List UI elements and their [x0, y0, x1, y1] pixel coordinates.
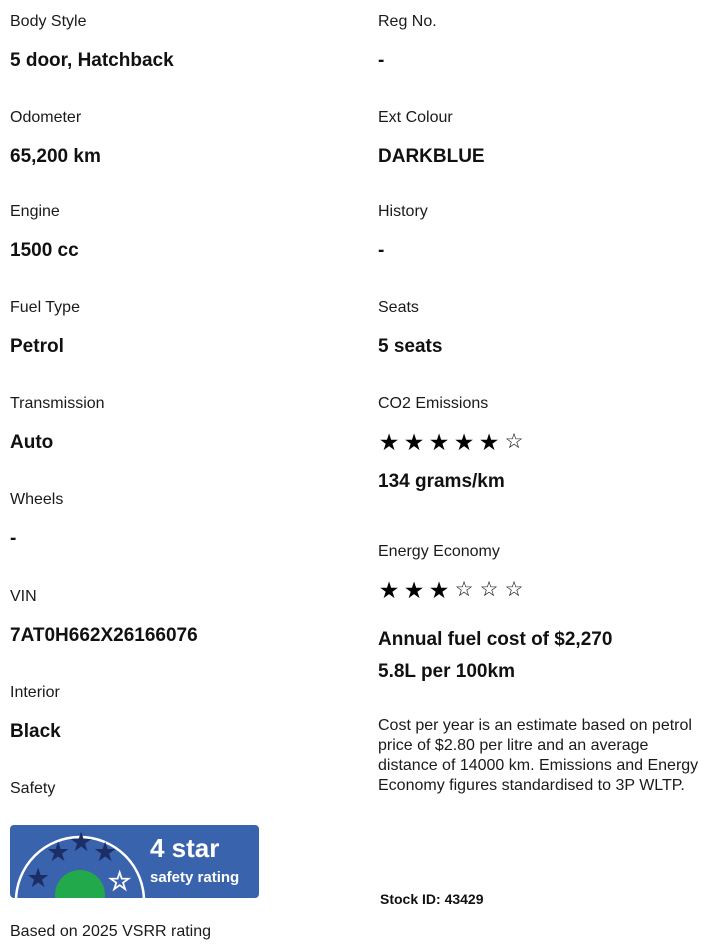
spec-label: Ext Colour [378, 109, 453, 126]
star-empty-icon: ☆ [504, 578, 524, 601]
spec-reg-no: Reg No. - [378, 12, 437, 73]
spec-value: 1500 cc [10, 240, 79, 261]
spec-fuel-type: Fuel Type Petrol [10, 298, 80, 359]
spec-label: Fuel Type [10, 299, 80, 316]
star-filled-icon: ★ [403, 577, 425, 603]
star-empty-icon: ☆ [504, 430, 524, 453]
spec-transmission: Transmission Auto [10, 394, 105, 455]
spec-label: History [378, 203, 428, 220]
badge-title: 4 star [150, 833, 220, 863]
spec-seats: Seats 5 seats [378, 298, 442, 359]
spec-value: Auto [10, 432, 54, 453]
spec-label: VIN [10, 588, 37, 605]
spec-value: - [10, 528, 17, 549]
safety-star-4: ★ [93, 837, 117, 868]
spec-label: Body Style [10, 13, 87, 30]
safety-star-3: ★ [69, 827, 93, 858]
spec-value: 5 seats [378, 336, 443, 357]
energy-star-rating: ★ ★ ★ ☆ ☆ ☆ [378, 578, 525, 602]
star-filled-icon: ★ [428, 429, 450, 455]
safety-footnote: Based on 2025 VSRR rating [10, 923, 212, 940]
spec-label: Transmission [10, 395, 105, 412]
spec-vin: VIN 7AT0H662X26166076 [10, 587, 198, 648]
spec-body-style: Body Style 5 door, Hatchback [10, 12, 174, 73]
star-empty-icon: ☆ [454, 578, 474, 601]
star-filled-icon: ★ [378, 429, 400, 455]
star-filled-icon: ★ [378, 577, 400, 603]
spec-value: 65,200 km [10, 146, 101, 167]
safety-label: Safety [10, 780, 56, 797]
fuel-consumption: 5.8L per 100km [378, 661, 515, 682]
safety-star-2: ★ [46, 837, 70, 868]
spec-label: Interior [10, 684, 60, 701]
spec-odometer: Odometer 65,200 km [10, 108, 101, 169]
star-filled-icon: ★ [453, 429, 475, 455]
co2-label: CO2 Emissions [378, 395, 489, 412]
spec-history: History - [378, 202, 428, 263]
spec-value: DARKBLUE [378, 146, 485, 167]
annual-fuel-cost: Annual fuel cost of $2,270 [378, 629, 613, 650]
spec-label: Reg No. [378, 13, 437, 30]
spec-value: 7AT0H662X26166076 [10, 625, 198, 646]
spec-interior: Interior Black [10, 683, 61, 744]
spec-value: - [378, 50, 385, 71]
energy-label: Energy Economy [378, 543, 500, 560]
spec-label: Engine [10, 203, 60, 220]
spec-value: Black [10, 721, 61, 742]
badge-subtitle: safety rating [150, 869, 240, 886]
safety-stars-icon: ★ ★ ★ ★ ☆ [14, 827, 146, 898]
spec-value: Petrol [10, 336, 64, 357]
co2-star-rating: ★ ★ ★ ★ ★ ☆ [378, 430, 525, 454]
safety-star-empty: ☆ [108, 867, 131, 897]
star-filled-icon: ★ [478, 429, 500, 455]
co2-emissions-section: CO2 Emissions ★ ★ ★ ★ ★ ☆ 134 grams/km [378, 394, 525, 494]
co2-value: 134 grams/km [378, 471, 505, 492]
star-filled-icon: ★ [403, 429, 425, 455]
star-filled-icon: ★ [428, 577, 450, 603]
star-empty-icon: ☆ [479, 578, 499, 601]
spec-value: - [378, 240, 385, 261]
spec-value: 5 door, Hatchback [10, 50, 174, 71]
spec-label: Odometer [10, 109, 82, 126]
safety-rating-badge: ★ ★ ★ ★ ☆ 4 star safety rating [10, 825, 259, 898]
energy-economy-section: Energy Economy ★ ★ ★ ☆ ☆ ☆ [378, 542, 525, 602]
spec-engine: Engine 1500 cc [10, 202, 79, 263]
spec-wheels: Wheels - [10, 490, 63, 551]
spec-ext-colour: Ext Colour DARKBLUE [378, 108, 485, 169]
stock-id: Stock ID: 43429 [380, 891, 484, 907]
spec-label: Seats [378, 299, 419, 316]
spec-label: Wheels [10, 491, 64, 508]
fuel-cost-note: Cost per year is an estimate based on pe… [378, 717, 699, 794]
